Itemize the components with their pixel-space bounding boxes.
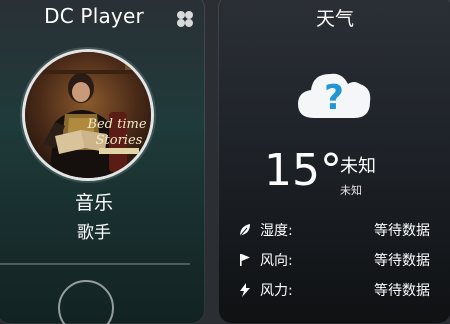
- progress-track[interactable]: [0, 263, 190, 265]
- wind-force-value: 等待数据: [374, 283, 430, 299]
- lightning-icon: [240, 283, 250, 297]
- album-art[interactable]: Bed time Stories: [25, 52, 151, 178]
- wind-force-row: 风力: 等待数据: [238, 279, 430, 301]
- cloud-question-icon: ?: [298, 73, 371, 118]
- song-title: 音乐: [74, 192, 113, 214]
- temperature: 15°: [264, 145, 342, 196]
- wind-direction-value: 等待数据: [374, 253, 430, 269]
- wind-force-label: 风力:: [260, 283, 293, 299]
- flag-icon: [240, 254, 250, 266]
- condition-main: 未知: [340, 156, 376, 177]
- play-button[interactable]: [58, 280, 114, 324]
- condition-sub: 未知: [340, 184, 362, 197]
- humidity-label: 湿度:: [260, 223, 293, 239]
- humidity-value: 等待数据: [374, 223, 430, 239]
- svg-text:?: ?: [324, 78, 344, 118]
- weather-title: 天气: [315, 8, 354, 30]
- album-title-line-1: Bed time: [86, 117, 146, 132]
- wind-direction-row: 风向: 等待数据: [238, 249, 430, 271]
- music-player-card: DC Player Bed time Stories 音乐 歌手: [0, 0, 205, 324]
- wind-direction-label: 风向:: [260, 253, 293, 269]
- player-title: DC Player: [44, 4, 144, 28]
- album-title-line-2: Stories: [96, 133, 143, 148]
- clover-icon[interactable]: [176, 10, 194, 28]
- leaf-icon: [239, 224, 250, 237]
- song-artist: 歌手: [77, 223, 111, 243]
- weather-card: 天气 ? 15° 未知 未知 湿度: 等待数据 风向: 等待数据 风力: 等待数…: [218, 0, 450, 324]
- humidity-row: 湿度: 等待数据: [238, 219, 430, 241]
